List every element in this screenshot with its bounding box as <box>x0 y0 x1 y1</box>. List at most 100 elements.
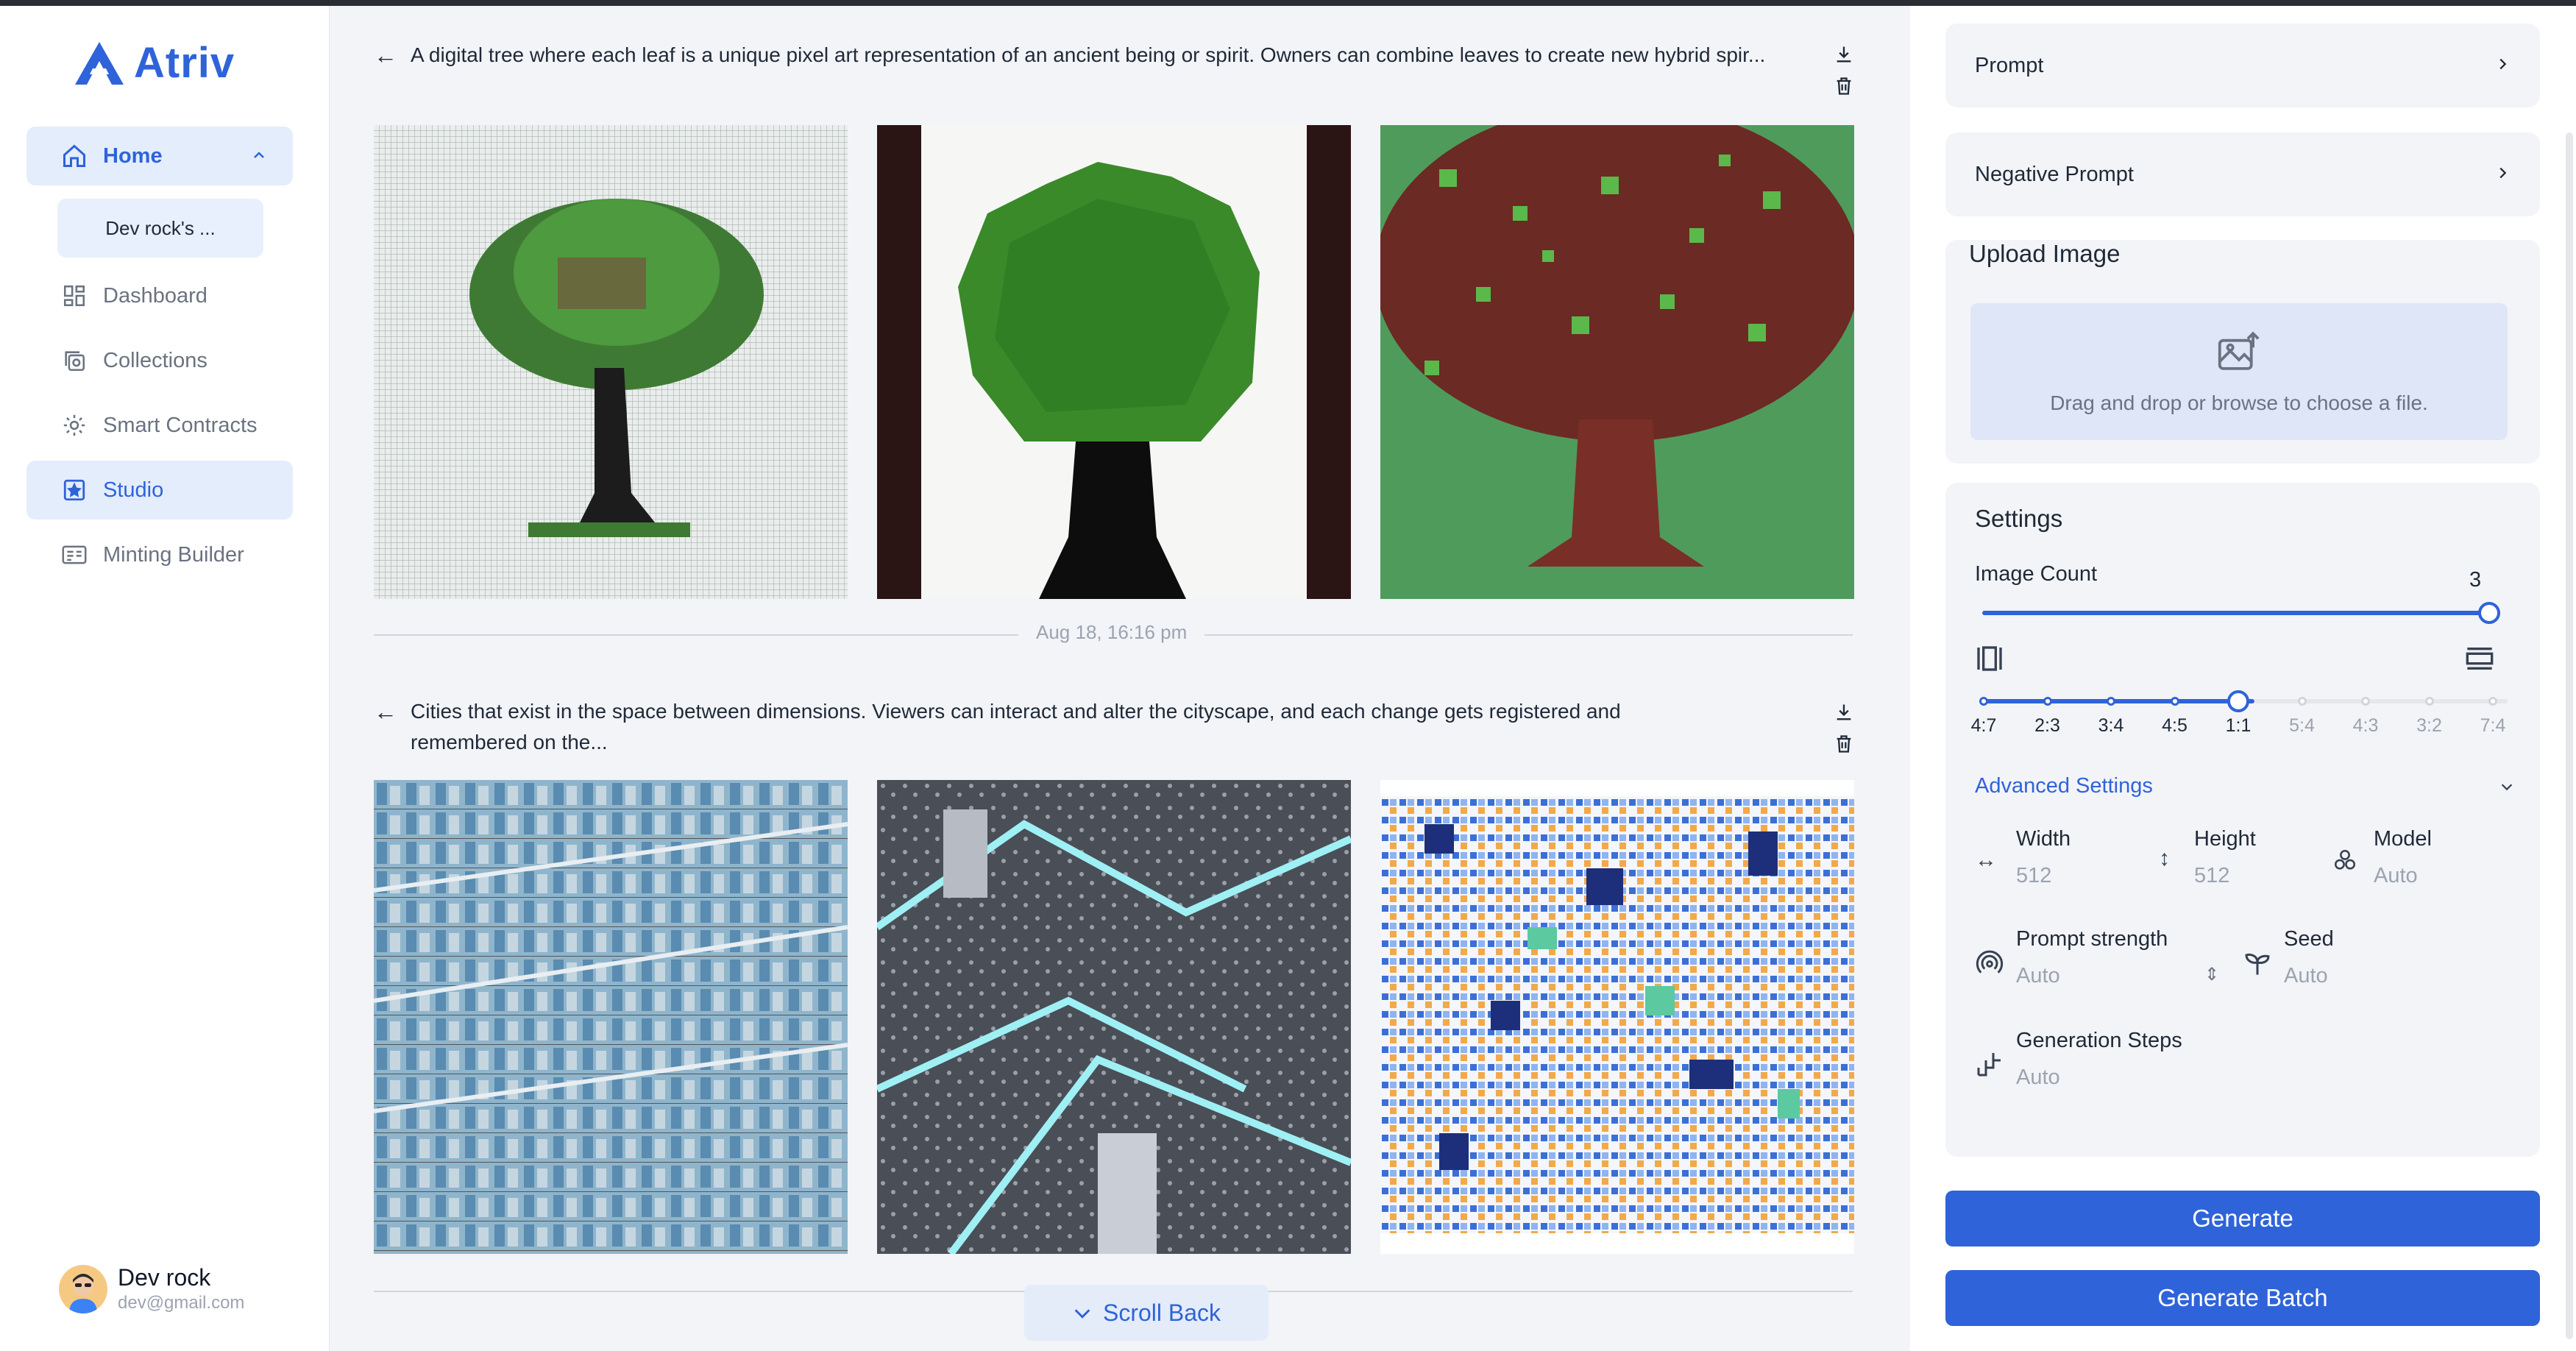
aspect-ratio-label[interactable]: 2:3 <box>2026 715 2070 737</box>
chevron-right-icon <box>2494 163 2511 187</box>
app-name: Atriv <box>134 39 235 87</box>
back-arrow-icon[interactable]: ← <box>374 40 411 71</box>
scroll-back-button[interactable]: Scroll Back <box>1024 1285 1269 1341</box>
aspect-ratio-stop[interactable] <box>1979 697 1988 706</box>
aspect-ratio-stop[interactable] <box>2170 697 2179 706</box>
generation-actions <box>1834 44 1854 100</box>
model-select[interactable]: Auto <box>2374 864 2418 888</box>
sidebar-item-label: Collections <box>103 348 207 372</box>
chevron-down-icon[interactable] <box>2499 779 2515 798</box>
aspect-ratio-stop[interactable] <box>2107 697 2115 706</box>
aspect-ratio-label[interactable]: 4:7 <box>1962 715 2006 737</box>
generation-prompt: ← A digital tree where each leaf is a un… <box>374 40 1809 71</box>
generated-image[interactable] <box>374 780 848 1254</box>
negative-prompt-field[interactable]: Negative Prompt <box>1945 132 2540 216</box>
avatar <box>59 1264 107 1313</box>
width-label: Width <box>2016 827 2071 851</box>
sidebar-subitem-project[interactable]: Dev rock's ... <box>57 199 263 258</box>
window-top-bar <box>0 0 2576 6</box>
image-count-slider[interactable] <box>1982 611 2490 615</box>
chevron-up-icon[interactable] <box>250 146 268 170</box>
prompt-text: Cities that exist in the space between d… <box>411 700 1621 753</box>
sidebar-item-label: Minting Builder <box>103 542 244 567</box>
sidebar-item-collections[interactable]: Collections <box>26 331 293 390</box>
portrait-aspect-icon[interactable] <box>1975 643 2004 680</box>
panel-scrollbar[interactable] <box>2566 132 2573 1339</box>
logo[interactable]: Atriv <box>74 38 235 88</box>
download-icon[interactable] <box>1834 44 1854 68</box>
generation-actions <box>1834 702 1854 758</box>
seed-label: Seed <box>2284 927 2334 951</box>
aspect-ratio-label[interactable]: 4:3 <box>2343 715 2388 737</box>
image-count-label: Image Count <box>1975 562 2098 586</box>
sidebar: Atriv Home Dev rock's ... Dashboard Coll… <box>0 6 330 1351</box>
generation-steps-icon <box>1975 1049 2004 1085</box>
prompt-field[interactable]: Prompt <box>1945 24 2540 107</box>
aspect-ratio-stop[interactable] <box>2424 697 2434 706</box>
generated-image[interactable] <box>877 125 1351 599</box>
generate-button[interactable]: Generate <box>1945 1191 2540 1247</box>
scroll-back-label: Scroll Back <box>1102 1299 1221 1326</box>
aspect-ratio-track-rest <box>2254 699 2508 703</box>
sidebar-item-label: Studio <box>103 478 164 502</box>
aspect-ratio-stop[interactable] <box>2488 697 2497 706</box>
height-arrows-icon: ↕ <box>2159 846 2170 870</box>
download-icon[interactable] <box>1834 702 1854 726</box>
sidebar-item-studio[interactable]: Studio <box>26 461 293 520</box>
sidebar-item-dashboard[interactable]: Dashboard <box>26 266 293 325</box>
delete-icon[interactable] <box>1834 76 1854 100</box>
seed-input[interactable]: Auto <box>2284 964 2328 988</box>
chevron-right-icon <box>2494 54 2511 78</box>
aspect-ratio-stop[interactable] <box>2043 697 2052 706</box>
sidebar-item-minting-builder[interactable]: Minting Builder <box>26 525 293 584</box>
stepper-icon[interactable]: ⇕ <box>2204 964 2219 985</box>
delete-icon[interactable] <box>1834 734 1854 758</box>
sidebar-item-label: Dashboard <box>103 283 207 308</box>
height-input[interactable]: 512 <box>2194 864 2229 888</box>
prompt-strength-input[interactable]: Auto <box>2016 964 2060 988</box>
image-count-value: 3 <box>2469 568 2482 592</box>
sidebar-item-smart-contracts[interactable]: Smart Contracts <box>26 396 293 455</box>
aspect-ratio-label[interactable]: 3:4 <box>2089 715 2133 737</box>
dashboard-icon <box>60 282 88 310</box>
aspect-ratio-label[interactable]: 1:1 <box>2216 715 2260 737</box>
sidebar-item-home[interactable]: Home <box>26 127 293 185</box>
generation-steps-input[interactable]: Auto <box>2016 1065 2060 1090</box>
generation-steps-label: Generation Steps <box>2016 1029 2182 1052</box>
aspect-ratio-stop[interactable] <box>2297 697 2307 706</box>
atriv-logo-icon <box>75 41 124 85</box>
generated-image[interactable] <box>1380 780 1854 1254</box>
sidebar-item-label: Smart Contracts <box>103 413 258 437</box>
back-arrow-icon[interactable]: ← <box>374 696 411 727</box>
prompt-strength-icon <box>1975 949 2004 985</box>
advanced-settings-toggle[interactable]: Advanced Settings <box>1975 774 2153 798</box>
image-count-knob[interactable] <box>2478 602 2500 624</box>
generation-feed[interactable]: ← A digital tree where each leaf is a un… <box>330 6 1910 1351</box>
upload-dropzone[interactable]: Drag and drop or browse to choose a file… <box>1970 303 2508 440</box>
prompt-strength-label: Prompt strength <box>2016 927 2168 951</box>
model-icon <box>2332 848 2357 879</box>
studio-icon <box>60 476 88 504</box>
upload-hint: Drag and drop or browse to choose a file… <box>2050 391 2428 414</box>
aspect-ratio-stop[interactable] <box>2361 697 2370 706</box>
aspect-ratio-label[interactable]: 7:4 <box>2471 715 2515 737</box>
generated-image[interactable] <box>374 125 848 599</box>
settings-title: Settings <box>1975 505 2063 532</box>
generated-image[interactable] <box>877 780 1351 1254</box>
aspect-ratio-label[interactable]: 4:5 <box>2153 715 2197 737</box>
generate-batch-button[interactable]: Generate Batch <box>1945 1270 2540 1326</box>
aspect-ratio-knob[interactable] <box>2227 690 2249 712</box>
user-name: Dev rock <box>118 1264 211 1291</box>
width-arrows-icon: ↔ <box>1975 848 1997 872</box>
upload-title: Upload Image <box>1969 240 2121 267</box>
generated-image[interactable] <box>1380 125 1854 599</box>
gear-icon <box>60 411 88 439</box>
prompt-text: A digital tree where each leaf is a uniq… <box>411 43 1766 66</box>
user-profile[interactable]: Dev rock dev@gmail.com <box>59 1264 244 1313</box>
chevron-down-icon <box>1072 1299 1093 1327</box>
aspect-ratio-label[interactable]: 3:2 <box>2408 715 2452 737</box>
height-label: Height <box>2194 827 2256 851</box>
width-input[interactable]: 512 <box>2016 864 2051 888</box>
aspect-ratio-label[interactable]: 5:4 <box>2280 715 2324 737</box>
landscape-aspect-icon[interactable] <box>2465 643 2494 680</box>
